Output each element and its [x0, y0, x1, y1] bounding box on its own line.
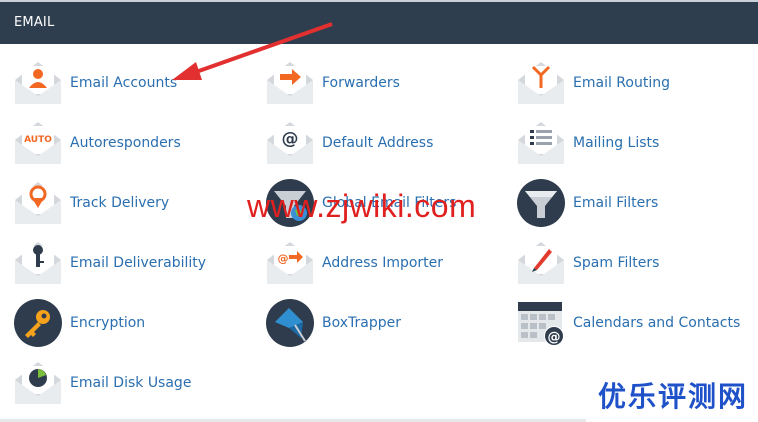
- watermark-cn: 优乐评测网: [598, 380, 749, 413]
- watermark-url: www.zjwiki.com: [247, 188, 477, 224]
